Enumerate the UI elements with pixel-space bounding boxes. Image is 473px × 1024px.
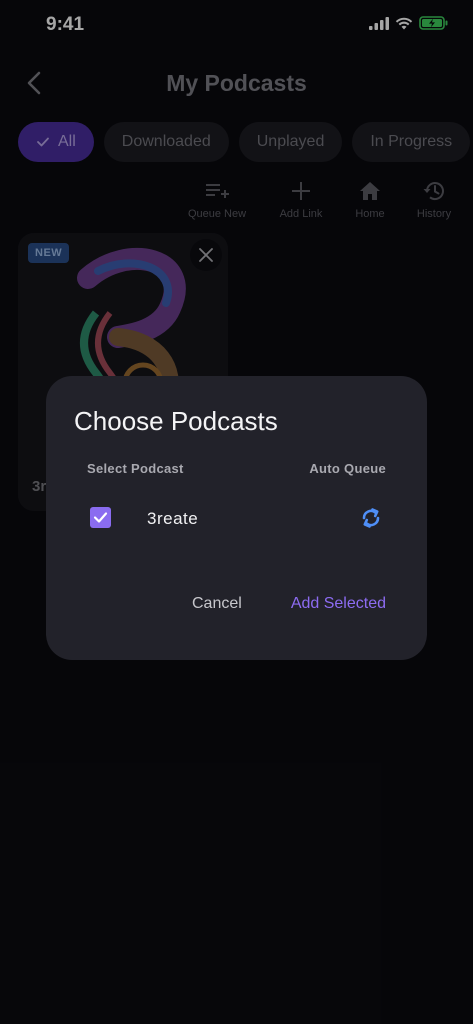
podcast-checkbox[interactable] xyxy=(90,507,111,528)
select-podcast-header: Select Podcast xyxy=(87,461,184,476)
sync-icon xyxy=(362,508,380,528)
cancel-button[interactable]: Cancel xyxy=(192,595,242,613)
dialog-title: Choose Podcasts xyxy=(74,406,278,436)
auto-queue-header: Auto Queue xyxy=(309,461,386,476)
check-icon xyxy=(93,512,108,523)
add-selected-button[interactable]: Add Selected xyxy=(291,595,386,613)
podcast-row: 3reate xyxy=(46,502,427,534)
auto-queue-toggle[interactable] xyxy=(358,505,384,531)
choose-podcasts-dialog: Choose Podcasts Select Podcast Auto Queu… xyxy=(46,376,427,660)
podcast-name: 3reate xyxy=(147,509,199,528)
